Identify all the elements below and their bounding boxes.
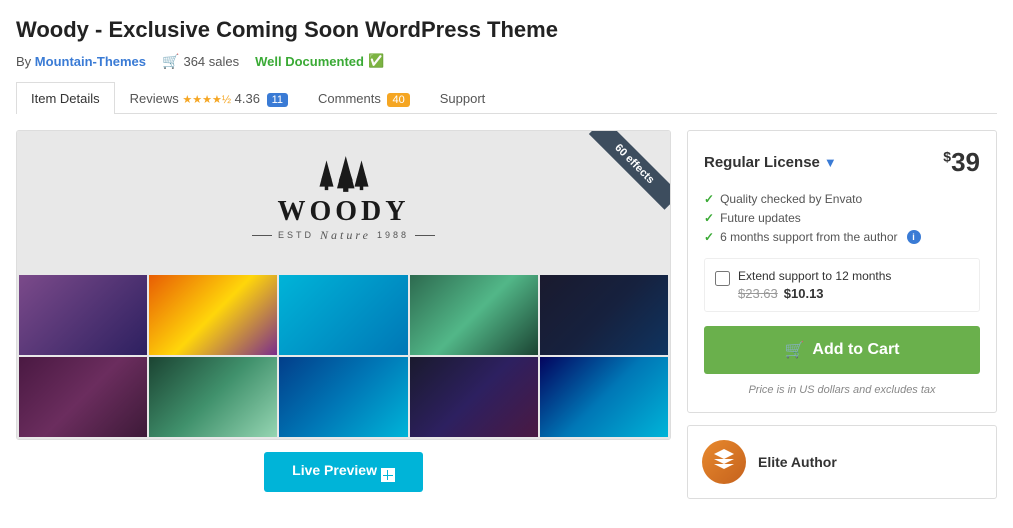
tab-support[interactable]: Support xyxy=(425,82,501,114)
by-label: By Mountain-Themes xyxy=(16,54,146,69)
thumb-2 xyxy=(149,275,277,355)
price-dollar-sign: $ xyxy=(943,148,951,164)
estd-line: ESTD Nature 1988 xyxy=(252,228,435,243)
stars-icon: ★★★★½ xyxy=(182,94,231,106)
check-icon-1: ✓ xyxy=(704,192,714,206)
nature-italic: Nature xyxy=(320,228,371,243)
license-label: Regular License ▼ xyxy=(704,154,837,171)
cart-icon: 🛒 xyxy=(162,53,179,70)
elite-author-label: Elite Author xyxy=(758,454,837,470)
price-display: $39 xyxy=(943,147,980,178)
author-avatar xyxy=(702,440,746,484)
extend-support-row: Extend support to 12 months $23.63 $10.1… xyxy=(704,258,980,312)
trees-svg xyxy=(309,151,379,196)
preview-btn-wrap: Live Preview xyxy=(16,452,671,493)
thumb-10 xyxy=(540,357,668,437)
add-to-cart-button[interactable]: 🛒 Add to Cart xyxy=(704,326,980,374)
thumb-1 xyxy=(19,275,147,355)
main-content: 60 effects xyxy=(16,130,997,499)
ribbon-corner: 60 effects xyxy=(580,131,670,221)
page-wrapper: Woody - Exclusive Coming Soon WordPress … xyxy=(0,0,1013,499)
woody-brand-text: WOODY xyxy=(278,196,410,228)
author-avatar-icon xyxy=(712,447,736,476)
info-icon[interactable]: i xyxy=(907,230,921,244)
thumb-7 xyxy=(149,357,277,437)
check-circle-icon: ✅ xyxy=(368,53,384,69)
sidebar: Regular License ▼ $39 ✓ Quality checked … xyxy=(687,130,997,499)
price-note: Price is in US dollars and excludes tax xyxy=(704,384,980,396)
comments-badge: 40 xyxy=(387,93,409,107)
feature-quality: ✓ Quality checked by Envato xyxy=(704,192,980,206)
thumb-8 xyxy=(279,357,407,437)
preview-container: 60 effects xyxy=(16,130,671,440)
tabs-bar: Item Details Reviews ★★★★½ 4.36 11 Comme… xyxy=(16,82,997,114)
thumb-5 xyxy=(540,275,668,355)
extend-prices: $23.63 $10.13 xyxy=(738,286,891,301)
grid-icon xyxy=(381,468,395,482)
feature-support: ✓ 6 months support from the author i xyxy=(704,230,980,244)
meta-bar: By Mountain-Themes 🛒 364 sales Well Docu… xyxy=(16,53,997,70)
feature-updates: ✓ Future updates xyxy=(704,211,980,225)
thumb-9 xyxy=(410,357,538,437)
extend-old-price: $23.63 xyxy=(738,286,778,301)
extend-new-price: $10.13 xyxy=(784,286,824,301)
purchase-box: Regular License ▼ $39 ✓ Quality checked … xyxy=(687,130,997,413)
author-link[interactable]: Mountain-Themes xyxy=(35,54,146,69)
extend-support-checkbox[interactable] xyxy=(715,271,730,286)
license-row: Regular License ▼ $39 xyxy=(704,147,980,178)
thumbnails-grid xyxy=(17,273,670,439)
tab-comments[interactable]: Comments 40 xyxy=(303,82,425,114)
woody-logo-area: WOODY ESTD Nature 1988 xyxy=(252,151,435,243)
thumb-4 xyxy=(410,275,538,355)
tab-reviews[interactable]: Reviews ★★★★½ 4.36 11 xyxy=(115,82,303,114)
license-dropdown-icon[interactable]: ▼ xyxy=(824,155,837,170)
features-list: ✓ Quality checked by Envato ✓ Future upd… xyxy=(704,192,980,244)
cart-btn-icon: 🛒 xyxy=(784,340,804,360)
ribbon-text: 60 effects xyxy=(589,131,670,210)
live-preview-button[interactable]: Live Preview xyxy=(264,452,423,493)
check-icon-3: ✓ xyxy=(704,230,714,244)
reviews-badge: 11 xyxy=(267,93,288,107)
thumb-3 xyxy=(279,275,407,355)
preview-section: 60 effects xyxy=(16,130,671,499)
page-title: Woody - Exclusive Coming Soon WordPress … xyxy=(16,16,997,45)
tab-item-details[interactable]: Item Details xyxy=(16,82,115,114)
author-box: Elite Author xyxy=(687,425,997,499)
thumb-6 xyxy=(19,357,147,437)
estd-left-line xyxy=(252,235,272,236)
extend-text-area: Extend support to 12 months $23.63 $10.1… xyxy=(738,269,891,301)
check-icon-2: ✓ xyxy=(704,211,714,225)
extend-support-label: Extend support to 12 months xyxy=(738,269,891,283)
estd-right-line xyxy=(415,235,435,236)
well-documented-badge: Well Documented ✅ xyxy=(255,53,384,69)
sales-count: 🛒 364 sales xyxy=(162,53,239,70)
